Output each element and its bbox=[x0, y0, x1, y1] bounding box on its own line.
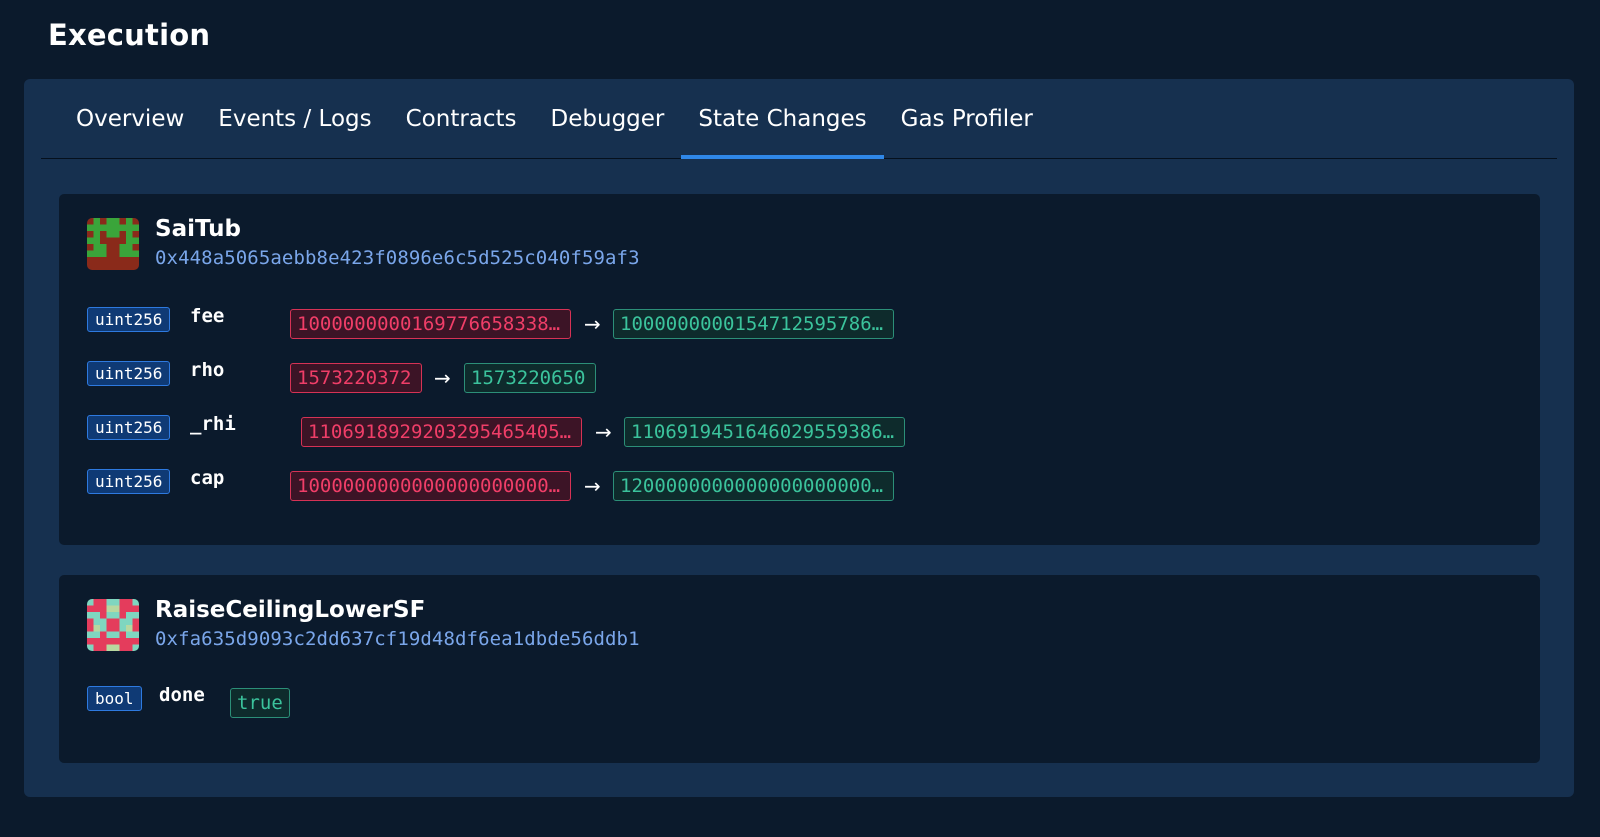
contract-card: RaiseCeilingLowerSF 0xfa635d9093c2dd637c… bbox=[59, 575, 1540, 763]
variable-name: fee bbox=[190, 305, 225, 327]
arrow-right-icon: → bbox=[434, 366, 451, 390]
contract-name: SaiTub bbox=[155, 216, 241, 242]
old-value: 1000000000169776658338… bbox=[290, 309, 571, 339]
variable-name: done bbox=[159, 684, 205, 706]
tab-contracts[interactable]: Contracts bbox=[389, 79, 534, 158]
type-badge: bool bbox=[87, 686, 142, 711]
old-value: 1573220372 bbox=[290, 363, 422, 393]
old-value: 1000000000000000000000… bbox=[290, 471, 571, 501]
tab-gas-profiler[interactable]: Gas Profiler bbox=[884, 79, 1050, 158]
contract-address-link[interactable]: 0xfa635d9093c2dd637cf19d48df6ea1dbde56dd… bbox=[155, 628, 640, 650]
contract-address-link[interactable]: 0x448a5065aebb8e423f0896e6c5d525c040f59a… bbox=[155, 247, 640, 269]
arrow-right-icon: → bbox=[595, 420, 612, 444]
variable-name: rho bbox=[190, 359, 225, 381]
new-value: 1000000000154712595786… bbox=[613, 309, 894, 339]
new-value: 1573220650 bbox=[464, 363, 596, 393]
new-value: 1200000000000000000000… bbox=[613, 471, 894, 501]
execution-panel: Overview Events / Logs Contracts Debugge… bbox=[24, 79, 1574, 797]
old-value: 1106918929203295465405… bbox=[301, 417, 582, 447]
identicon-green-red-icon bbox=[87, 218, 139, 270]
variable-name: _rhi bbox=[190, 413, 236, 435]
type-badge: uint256 bbox=[87, 361, 171, 386]
variable-name: cap bbox=[190, 467, 225, 489]
new-value: true bbox=[230, 688, 290, 718]
contract-card: SaiTub 0x448a5065aebb8e423f0896e6c5d525c… bbox=[59, 194, 1540, 545]
tab-debugger[interactable]: Debugger bbox=[534, 79, 682, 158]
contract-name: RaiseCeilingLowerSF bbox=[155, 597, 426, 623]
identicon-red-teal-icon bbox=[87, 599, 139, 651]
tab-overview[interactable]: Overview bbox=[41, 79, 201, 158]
arrow-right-icon: → bbox=[584, 312, 601, 336]
type-badge: uint256 bbox=[87, 469, 171, 494]
arrow-right-icon: → bbox=[584, 474, 601, 498]
tab-state-changes[interactable]: State Changes bbox=[681, 79, 884, 159]
page-title: Execution bbox=[48, 18, 211, 52]
tab-events-logs[interactable]: Events / Logs bbox=[201, 79, 388, 158]
tab-bar: Overview Events / Logs Contracts Debugge… bbox=[41, 79, 1557, 159]
type-badge: uint256 bbox=[87, 415, 171, 440]
type-badge: uint256 bbox=[87, 307, 171, 332]
new-value: 1106919451646029559386… bbox=[624, 417, 905, 447]
